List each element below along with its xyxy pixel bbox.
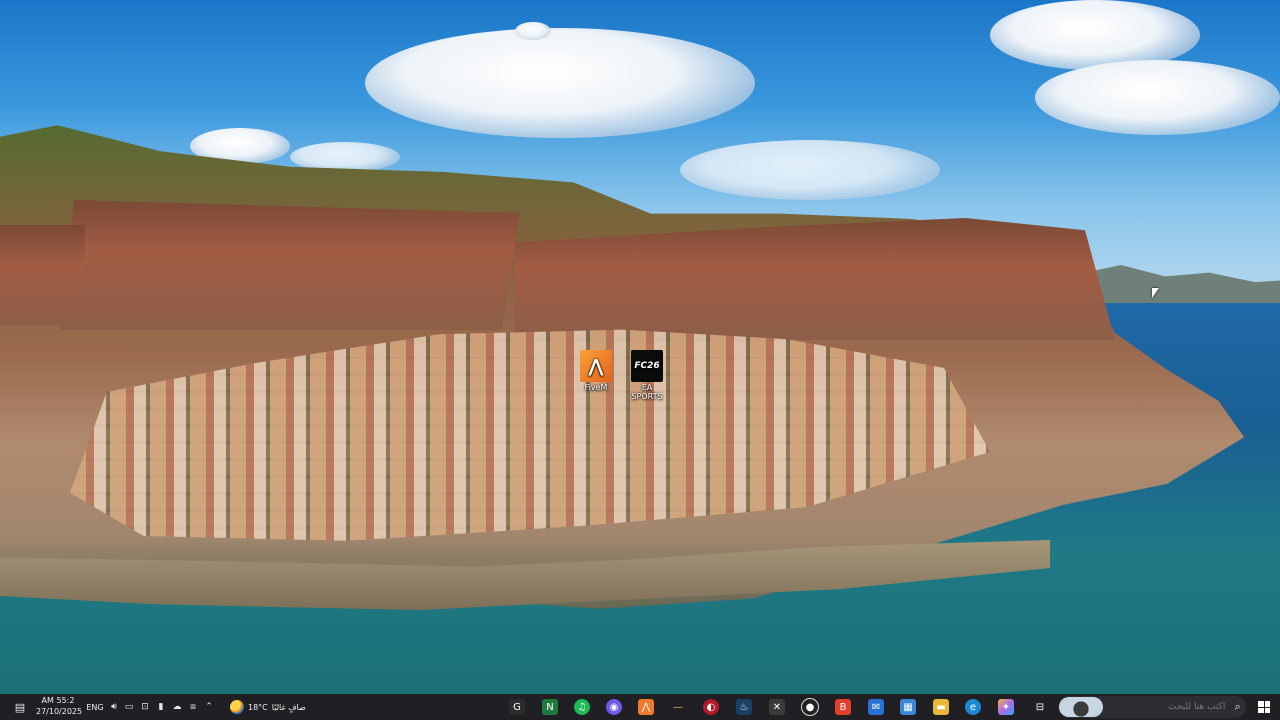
taskbar-app-mail[interactable]: ✉: [866, 694, 886, 720]
g-app-icon: G: [509, 699, 525, 715]
tray-volume[interactable]: 🔊︎: [107, 694, 121, 720]
dash-icon: —: [673, 701, 683, 713]
tray-overflow[interactable]: ⌃: [202, 694, 216, 720]
volume-icon: 🔊︎: [111, 702, 117, 712]
desktop-icon-ea-sports[interactable]: FC26 EA SPORTS: [626, 350, 668, 401]
cloud: [365, 28, 755, 138]
clock-time: AM 55:2: [41, 696, 75, 705]
display-icon: ⊡: [141, 702, 149, 712]
taskbar-app-obs[interactable]: ●: [800, 694, 820, 720]
mic-icon: ▮: [158, 702, 164, 712]
network-icon: ▭: [124, 702, 134, 712]
mail-icon: ✉: [868, 699, 884, 715]
search-box[interactable]: ⌕: [1058, 695, 1246, 719]
task-view-icon: ⊟: [1035, 701, 1045, 713]
fivem-logo-icon: ⋀: [580, 350, 612, 382]
language-indicator[interactable]: ENG: [84, 694, 106, 720]
desktop-icon-fivem[interactable]: ⋀ FiveM: [576, 350, 616, 392]
box-icon: ✕: [769, 699, 785, 715]
taskbar-app-brave[interactable]: B: [833, 694, 853, 720]
onedrive-icon: ☁: [172, 702, 182, 712]
folder-icon: ▬: [933, 699, 949, 715]
weather-icon: [230, 700, 244, 714]
notification-button[interactable]: ▤: [10, 694, 30, 720]
spotify-icon: ♫: [574, 699, 590, 715]
cloud: [680, 140, 940, 200]
fivem-icon: ⋀: [638, 699, 654, 715]
tray-network[interactable]: ▭: [122, 694, 136, 720]
taskbar-app-box[interactable]: ✕: [767, 694, 787, 720]
excel-icon: N: [542, 699, 558, 715]
mouse-cursor-icon: [1152, 288, 1159, 298]
tray-camera[interactable]: ⧈: [186, 694, 200, 720]
taskbar-app-edge[interactable]: e: [963, 694, 983, 720]
edge-icon: e: [965, 699, 981, 715]
tray-onedrive[interactable]: ☁: [170, 694, 184, 720]
fc26-icon: FC26: [631, 350, 663, 382]
desktop: ⋀ FiveM FC26 EA SPORTS: [0, 0, 1280, 720]
camera-icon: ⧈: [190, 702, 196, 712]
red-app-icon: ◐: [703, 699, 719, 715]
weather-widget[interactable]: 18°C صافٍ غالبًا: [230, 694, 326, 720]
taskbar-app-pink[interactable]: ◉: [604, 694, 624, 720]
windows-start-icon: [1258, 701, 1270, 713]
taskbar-app-fivem[interactable]: ⋀: [636, 694, 656, 720]
taskbar-app-red[interactable]: ◐: [701, 694, 721, 720]
taskbar-app-spotify[interactable]: ♫: [572, 694, 592, 720]
taskbar-app-excel[interactable]: N: [540, 694, 560, 720]
weather-condition: صافٍ غالبًا: [271, 702, 306, 712]
tray-mic[interactable]: ▮: [154, 694, 168, 720]
desktop-icon-label: FiveM: [584, 383, 608, 392]
taskbar-app-store[interactable]: ▦: [898, 694, 918, 720]
taskbar-app-dash[interactable]: —: [668, 694, 688, 720]
weather-temp: 18°C: [248, 702, 268, 712]
cloud: [515, 22, 551, 40]
search-icon: ⌕: [1234, 700, 1241, 713]
start-button[interactable]: [1254, 694, 1274, 720]
taskbar-app-files[interactable]: ▬: [931, 694, 951, 720]
task-view-button[interactable]: ⊟: [1030, 694, 1050, 720]
taskbar-app-copilot[interactable]: ✦: [996, 694, 1016, 720]
steam-icon: ♨: [736, 699, 752, 715]
obs-icon: ●: [801, 698, 819, 716]
cloud: [1035, 60, 1280, 135]
cliff-face: [0, 225, 85, 325]
clock-date: 27/10/2025: [36, 707, 83, 716]
cliff-face: [60, 200, 520, 330]
app-icon: ◉: [606, 699, 622, 715]
search-input[interactable]: [1103, 695, 1230, 719]
brave-icon: B: [835, 699, 851, 715]
desktop-icon-label: EA SPORTS: [631, 383, 663, 401]
notification-icon: ▤: [14, 700, 26, 714]
clock[interactable]: AM 55:2 27/10/2025: [36, 695, 83, 717]
taskbar-app-g[interactable]: G: [507, 694, 527, 720]
taskbar: ▤ AM 55:2 27/10/2025 ENG 🔊︎ ▭ ⊡ ▮ ☁ ⧈ ⌃ …: [0, 694, 1280, 720]
copilot-icon: ✦: [998, 699, 1014, 715]
search-highlight-image: [1059, 697, 1104, 717]
language-label: ENG: [86, 702, 104, 712]
chevron-up-icon: ⌃: [205, 702, 213, 712]
store-icon: ▦: [900, 699, 916, 715]
taskbar-app-steam[interactable]: ♨: [734, 694, 754, 720]
tray-display[interactable]: ⊡: [138, 694, 152, 720]
